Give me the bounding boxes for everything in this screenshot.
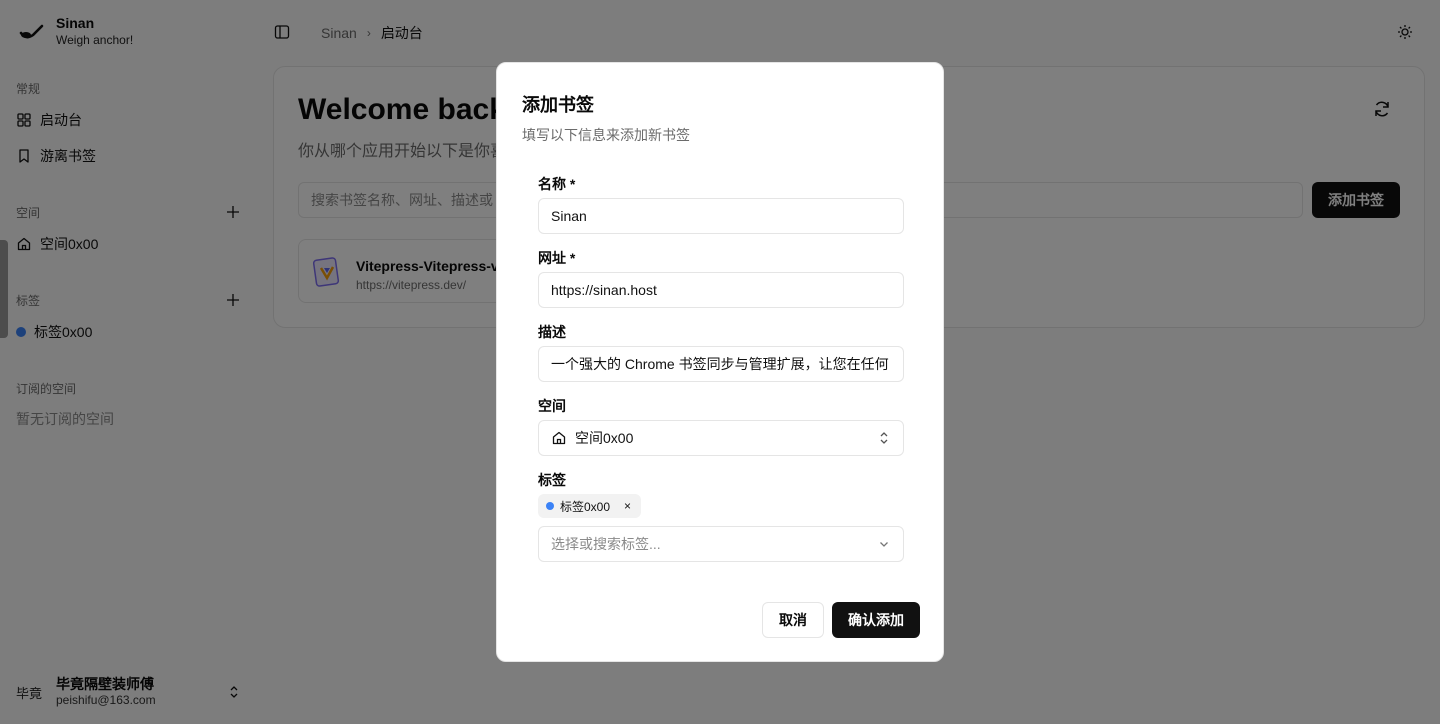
- selected-tag-label: 标签0x00: [560, 499, 611, 514]
- space-select[interactable]: 空间0x00: [538, 420, 904, 456]
- dialog-title: 添加书签: [522, 95, 594, 115]
- name-field[interactable]: Sinan: [538, 198, 904, 234]
- tags-label: 标签: [538, 472, 566, 488]
- dialog-description: 填写以下信息来添加新书签: [522, 127, 690, 143]
- chevrons-up-down-icon: [880, 432, 888, 444]
- description-field[interactable]: 一个强大的 Chrome 书签同步与管理扩展，让您在任何: [538, 346, 904, 382]
- selected-tag-chip: 标签0x00 ×: [538, 494, 642, 518]
- url-label: 网址 *: [538, 250, 576, 266]
- tag-color-dot: [546, 502, 554, 510]
- description-label: 描述: [538, 324, 566, 340]
- confirm-add-button[interactable]: 确认添加: [832, 602, 920, 638]
- tag-search-select[interactable]: 选择或搜索标签...: [538, 526, 904, 562]
- space-label: 空间: [538, 398, 566, 414]
- tag-search-placeholder: 选择或搜索标签...: [551, 536, 661, 552]
- remove-tag-close-icon[interactable]: ×: [624, 499, 631, 513]
- chevron-down-icon: [880, 542, 888, 547]
- url-field[interactable]: https://sinan.host: [538, 272, 904, 308]
- cancel-button[interactable]: 取消: [762, 602, 824, 638]
- space-select-value: 空间0x00: [575, 430, 634, 446]
- add-bookmark-dialog: 添加书签 填写以下信息来添加新书签 名称 * Sinan 网址 * https:…: [496, 62, 944, 662]
- name-label: 名称 *: [538, 176, 576, 192]
- home-icon: [552, 431, 566, 445]
